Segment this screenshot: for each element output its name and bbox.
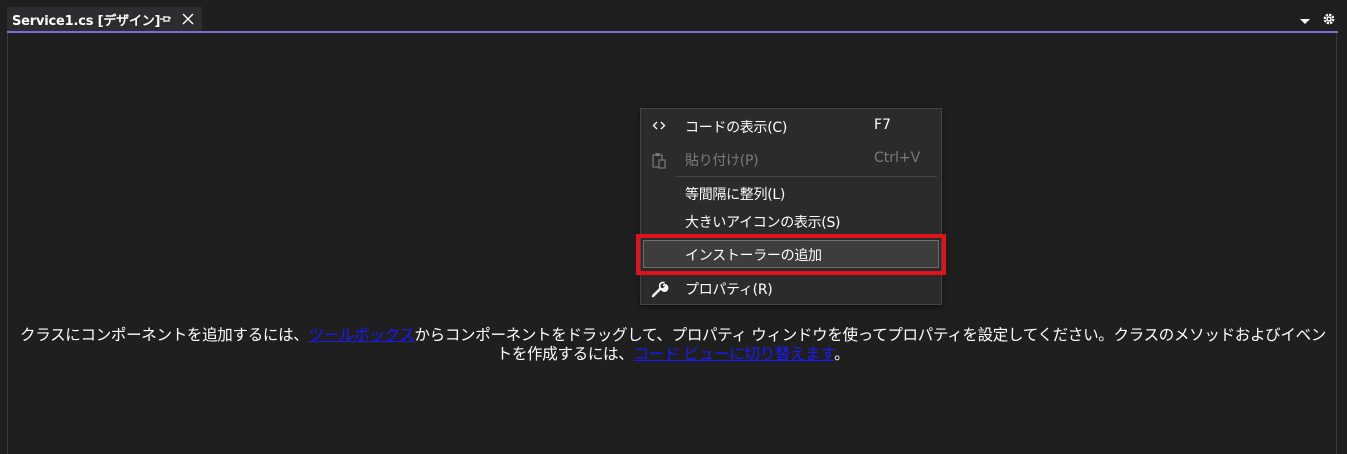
- document-tab-bar: Service1.cs [デザイン]: [0, 0, 1347, 31]
- paste-icon: [651, 151, 667, 169]
- tab-list-dropdown-icon[interactable]: [1299, 12, 1311, 24]
- code-icon: [651, 118, 667, 134]
- wrench-icon: [651, 280, 669, 298]
- menu-item-properties[interactable]: プロパティ(R): [643, 274, 939, 302]
- menu-item-shortcut: Ctrl+V: [874, 150, 921, 166]
- hint-text-part: 。: [834, 345, 850, 363]
- menu-item-label: 大きいアイコンの表示(S): [685, 215, 841, 231]
- menu-item-shortcut: F7: [874, 117, 891, 133]
- highlight-annotation: [636, 234, 946, 275]
- hint-text-part: クラスにコンポーネントを追加するには、: [20, 326, 309, 344]
- menu-separator: [675, 176, 937, 177]
- tab-title: Service1.cs [デザイン]: [12, 13, 161, 29]
- menu-item-label: 等間隔に整列(L): [685, 187, 786, 203]
- hint-text-part: からコンポーネントをドラッグして、プロパティ ウィンドウを使ってプロパティを設定…: [414, 326, 1326, 363]
- toolbox-link[interactable]: ツールボックス: [309, 326, 415, 344]
- menu-item-paste: 貼り付け(P) Ctrl+V: [643, 145, 939, 173]
- designer-hint-text: クラスにコンポーネントを追加するには、ツールボックスからコンポーネントをドラッグ…: [14, 326, 1332, 364]
- menu-item-label: 貼り付け(P): [685, 153, 759, 169]
- pin-icon[interactable]: [157, 11, 173, 27]
- designer-window: Service1.cs [デザイン] クラスにコンポーネントを追加するには、ツー…: [0, 0, 1347, 454]
- menu-item-view-code[interactable]: コードの表示(C) F7: [643, 112, 939, 140]
- switch-to-code-view-link[interactable]: コード ビューに切り替えます: [633, 345, 834, 363]
- document-tab[interactable]: Service1.cs [デザイン]: [7, 7, 202, 31]
- gear-icon[interactable]: [1322, 11, 1336, 25]
- menu-item-line-up-icons[interactable]: 等間隔に整列(L): [643, 179, 939, 207]
- menu-item-label: プロパティ(R): [685, 282, 773, 298]
- context-menu: コードの表示(C) F7 貼り付け(P) Ctrl+V 等間隔に整列(L) 大き…: [640, 108, 942, 305]
- menu-item-label: コードの表示(C): [685, 120, 787, 136]
- close-icon[interactable]: [180, 11, 196, 27]
- menu-item-show-large-icons[interactable]: 大きいアイコンの表示(S): [643, 207, 939, 235]
